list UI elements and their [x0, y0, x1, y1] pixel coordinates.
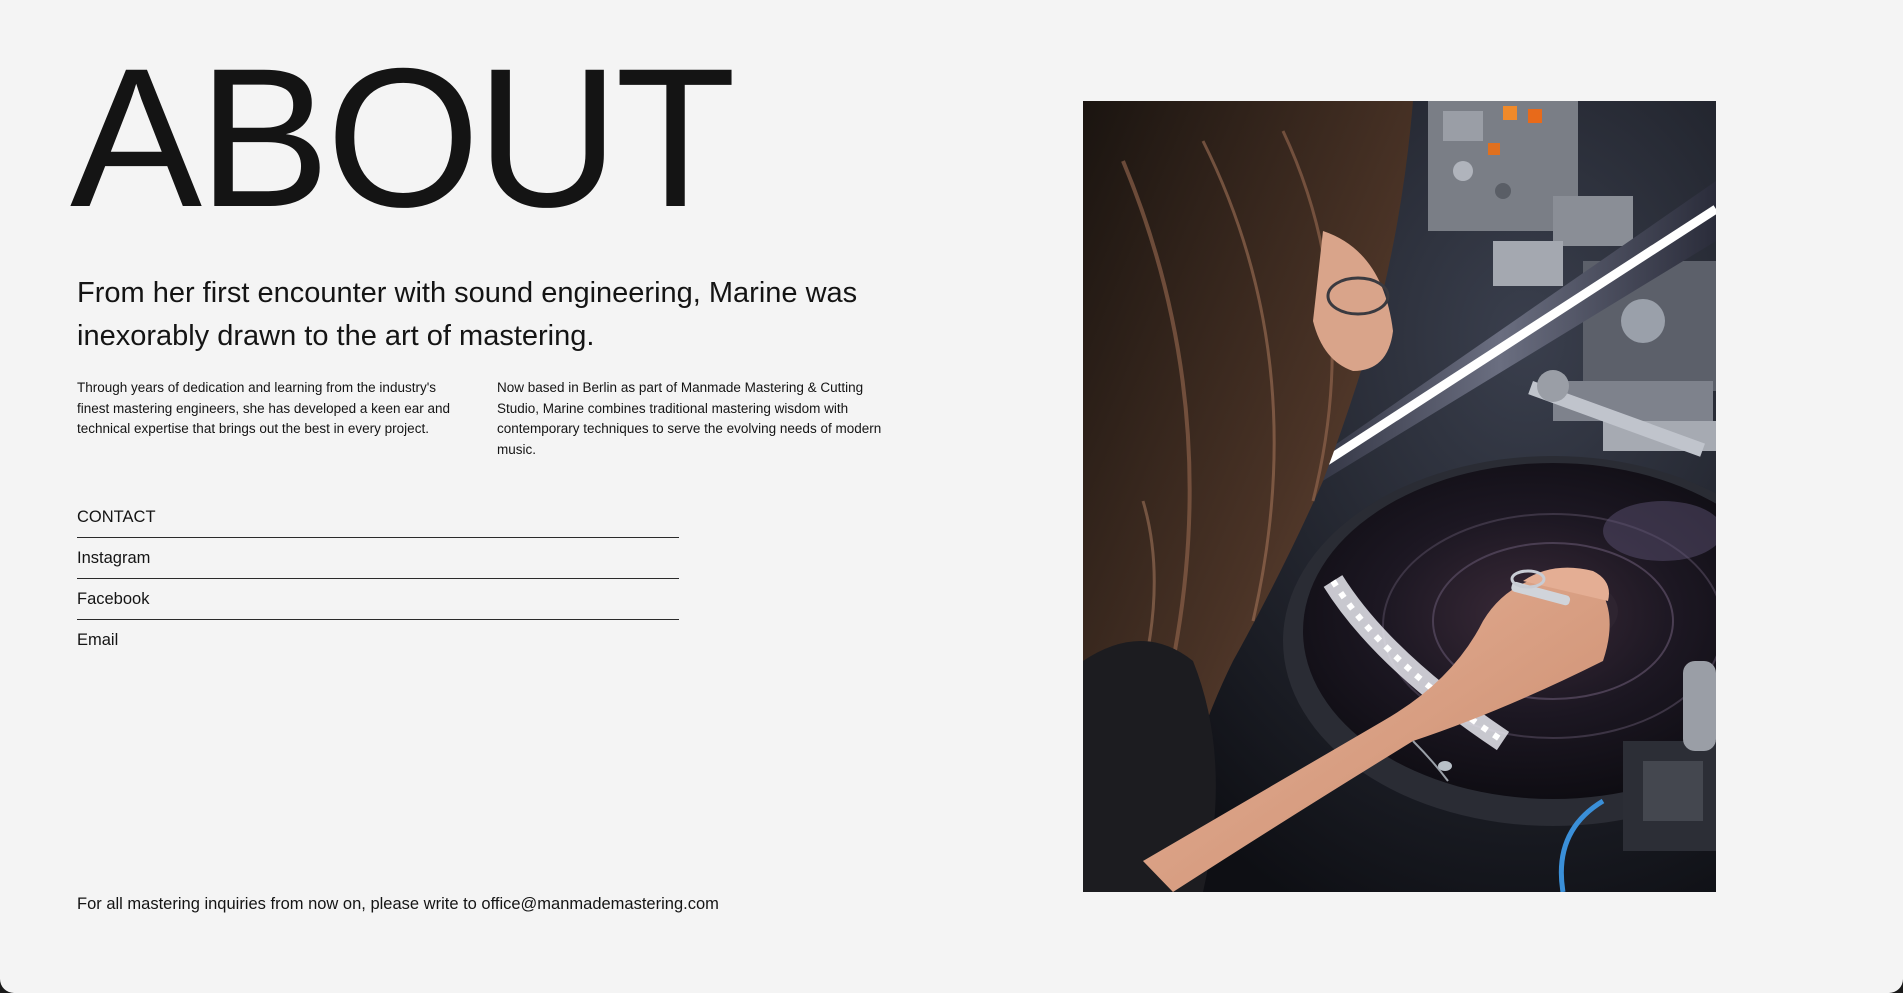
lead-paragraph: From her first encounter with sound engi…	[77, 277, 858, 352]
facebook-link[interactable]: Facebook	[77, 579, 679, 620]
email-link[interactable]: Email	[77, 620, 679, 660]
bio-paragraph-left: Through years of dedication and learning…	[77, 380, 450, 436]
about-photo	[1083, 101, 1716, 892]
bio-paragraph-right: Now based in Berlin as part of Manmade M…	[497, 380, 882, 457]
page-title: ABOUT	[70, 27, 736, 248]
mastering-inquiries-note: For all mastering inquiries from now on,…	[77, 895, 719, 913]
about-page: ABOUT From her first encounter with soun…	[0, 0, 1903, 993]
contact-link[interactable]: CONTACT	[77, 497, 679, 538]
instagram-link[interactable]: Instagram	[77, 538, 679, 579]
contact-links: CONTACT Instagram Facebook Email	[77, 497, 679, 660]
